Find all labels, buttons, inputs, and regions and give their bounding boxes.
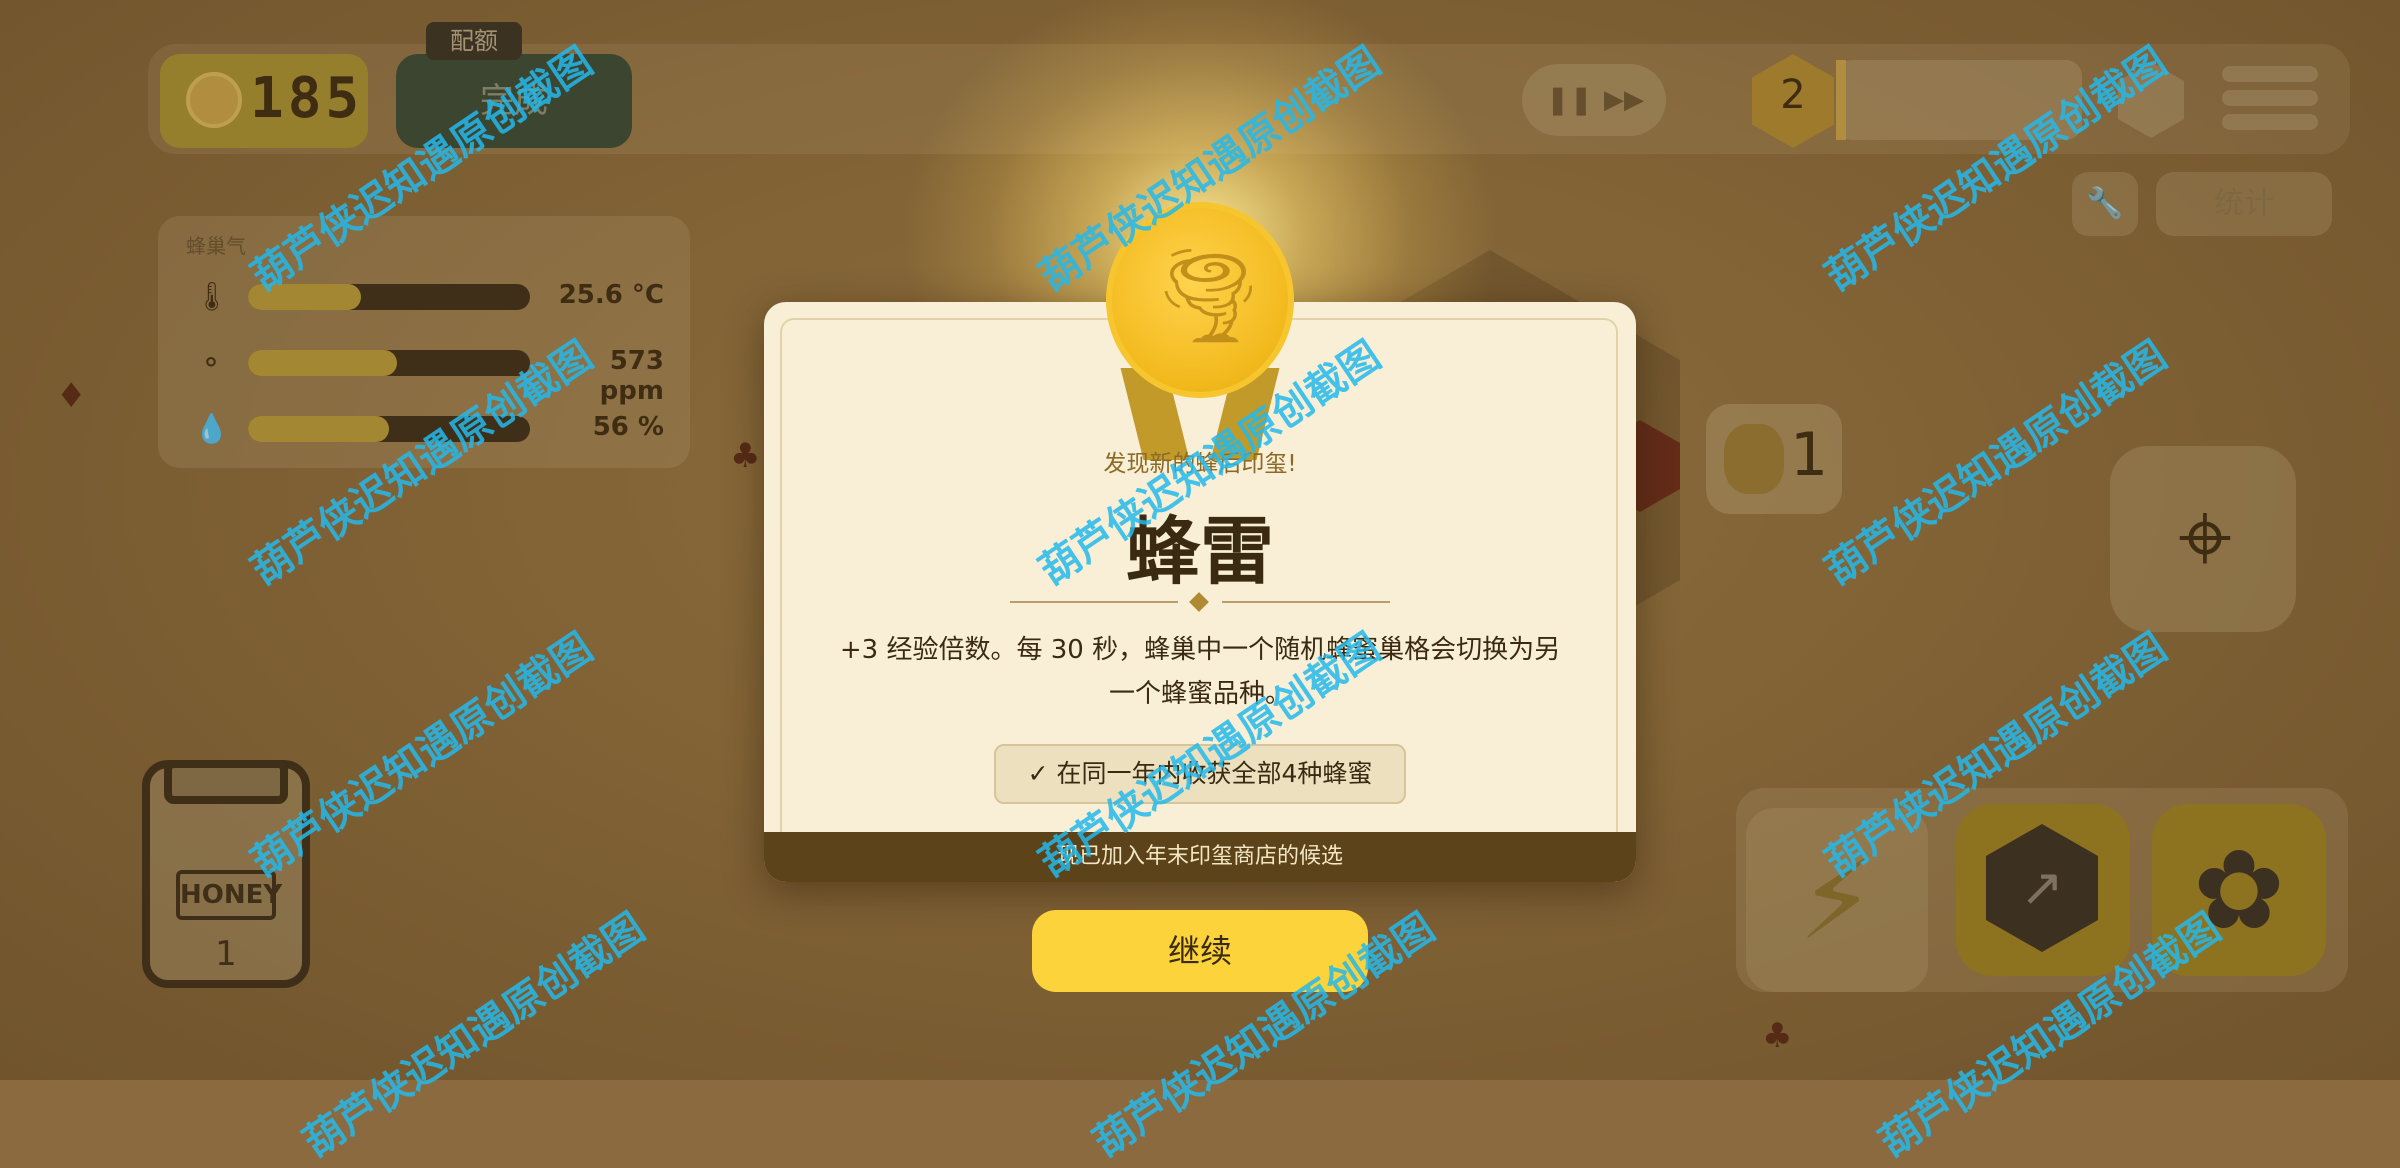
dialog-footer: 现已加入年末印玺商店的候选 — [764, 832, 1636, 882]
tornado-icon: 🌪 — [1150, 242, 1267, 349]
divider — [1010, 601, 1178, 603]
divider — [1222, 601, 1390, 603]
seal-name: 蜂雷 — [1126, 509, 1274, 595]
seal-description: +3 经验倍数。每 30 秒，蜂巢中一个随机蜂蜜巢格会切换为另一个蜂蜜品种。 — [839, 635, 1561, 709]
